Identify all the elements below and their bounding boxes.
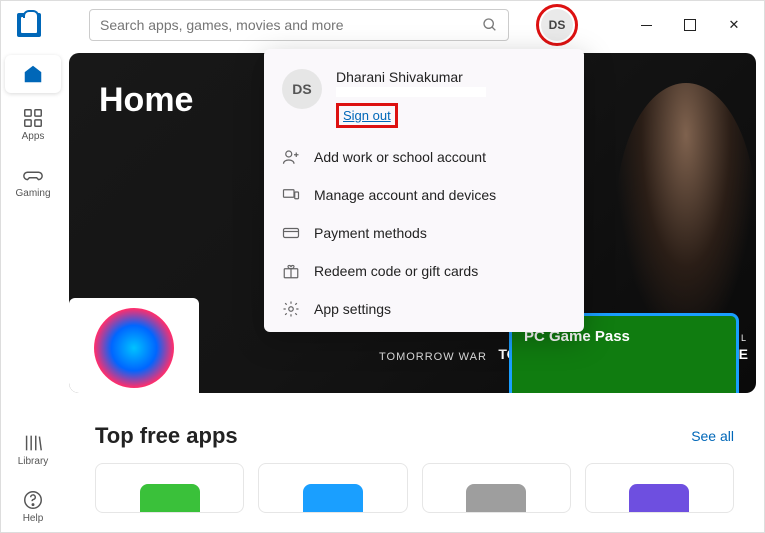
menu-item-redeem[interactable]: Redeem code or gift cards — [264, 252, 584, 290]
gear-icon — [282, 300, 300, 318]
gaming-icon — [22, 164, 44, 186]
store-logo-icon — [17, 13, 41, 37]
account-name: Dharani Shivakumar — [336, 69, 486, 85]
account-email-redacted — [336, 87, 486, 97]
hero-card[interactable] — [69, 298, 199, 393]
home-icon — [22, 63, 44, 85]
app-tile[interactable] — [258, 463, 407, 513]
sidebar-item-label: Help — [23, 513, 44, 524]
menu-item-add-account[interactable]: Add work or school account — [264, 138, 584, 176]
menu-item-label: App settings — [314, 301, 391, 317]
apps-icon — [22, 107, 44, 129]
sign-out-link[interactable]: Sign out — [336, 103, 398, 128]
card-icon — [282, 224, 300, 242]
person-plus-icon — [282, 148, 300, 166]
section-title: Top free apps — [95, 423, 238, 449]
sidebar-item-apps[interactable]: Apps — [5, 99, 61, 150]
window-controls — [624, 9, 756, 41]
page-title: Home — [99, 81, 193, 120]
app-row — [65, 449, 764, 527]
app-icon — [303, 484, 363, 512]
hero-card-caption: TOMORROW WAR — [379, 351, 487, 363]
section-header: Top free apps See all — [65, 393, 764, 449]
close-button[interactable] — [712, 9, 756, 41]
sidebar-item-label: Apps — [22, 131, 45, 142]
help-icon — [22, 489, 44, 511]
maximize-button[interactable] — [668, 9, 712, 41]
app-tile[interactable] — [95, 463, 244, 513]
account-popup: DS Dharani Shivakumar Sign out Add work … — [264, 49, 584, 332]
sidebar: Apps Gaming Library Help — [1, 49, 65, 532]
gift-icon — [282, 262, 300, 280]
sidebar-item-help[interactable]: Help — [5, 481, 61, 532]
hero-card-art — [94, 308, 174, 388]
sidebar-item-label: Gaming — [15, 188, 50, 199]
menu-item-label: Payment methods — [314, 225, 427, 241]
account-avatar-button[interactable]: DS — [541, 9, 573, 41]
sidebar-item-gaming[interactable]: Gaming — [5, 156, 61, 207]
search-icon — [482, 17, 498, 33]
minimize-button[interactable] — [624, 9, 668, 41]
sidebar-item-label: Library — [18, 456, 49, 467]
menu-item-settings[interactable]: App settings — [264, 290, 584, 328]
search-input[interactable] — [100, 17, 482, 33]
app-tile[interactable] — [585, 463, 734, 513]
hero-artwork — [616, 83, 756, 343]
search-box[interactable] — [89, 9, 509, 41]
app-icon — [629, 484, 689, 512]
app-icon — [466, 484, 526, 512]
menu-item-label: Manage account and devices — [314, 187, 496, 203]
see-all-link[interactable]: See all — [691, 428, 734, 444]
devices-icon — [282, 186, 300, 204]
app-tile[interactable] — [422, 463, 571, 513]
avatar: DS — [282, 69, 322, 109]
menu-item-label: Add work or school account — [314, 149, 486, 165]
sidebar-item-library[interactable]: Library — [5, 424, 61, 475]
menu-item-label: Redeem code or gift cards — [314, 263, 478, 279]
sidebar-item-home[interactable] — [5, 55, 61, 93]
app-icon — [140, 484, 200, 512]
library-icon — [22, 432, 44, 454]
menu-item-payment[interactable]: Payment methods — [264, 214, 584, 252]
title-bar: DS — [1, 1, 764, 49]
menu-item-manage-account[interactable]: Manage account and devices — [264, 176, 584, 214]
account-popup-header: DS Dharani Shivakumar Sign out — [264, 61, 584, 138]
